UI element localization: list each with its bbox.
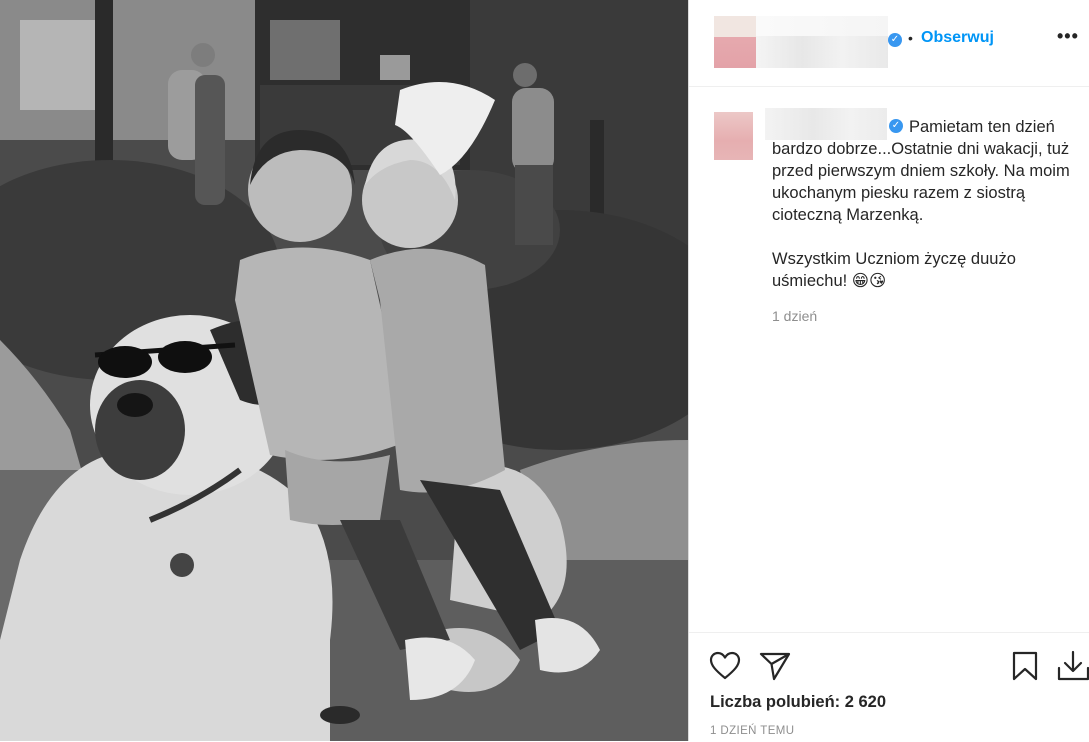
post-photo[interactable] — [0, 0, 688, 741]
follow-button[interactable]: Obserwuj — [921, 29, 994, 47]
download-icon[interactable] — [1057, 650, 1089, 687]
post-caption: Pamietam ten dzień bardzo dobrze...Ostat… — [772, 118, 1070, 290]
verified-badge-icon: ✓ — [888, 33, 902, 47]
author-username-blurred[interactable] — [756, 16, 888, 68]
likes-count[interactable]: Liczba polubień: 2 620 — [710, 693, 886, 712]
caption-author-avatar[interactable] — [714, 112, 753, 160]
paper-plane-icon[interactable] — [759, 651, 791, 686]
post-header: ✓ • Obserwuj ••• — [689, 0, 1089, 87]
more-options-icon[interactable]: ••• — [1057, 26, 1079, 47]
post-photo-illustration — [0, 0, 688, 741]
separator-dot: • — [908, 30, 913, 46]
post-timestamp[interactable]: 1 DZIEŃ TEMU — [710, 725, 794, 737]
bookmark-icon[interactable] — [1011, 651, 1039, 686]
heart-icon[interactable] — [709, 651, 741, 686]
post-actions: Liczba polubień: 2 620 1 DZIEŃ TEMU — [689, 632, 1089, 742]
author-avatar[interactable] — [714, 16, 756, 68]
caption-timestamp[interactable]: 1 dzień — [772, 308, 817, 324]
post-sidebar: ✓ • Obserwuj ••• ✓ Pamietam ten dzień ba… — [688, 0, 1089, 741]
